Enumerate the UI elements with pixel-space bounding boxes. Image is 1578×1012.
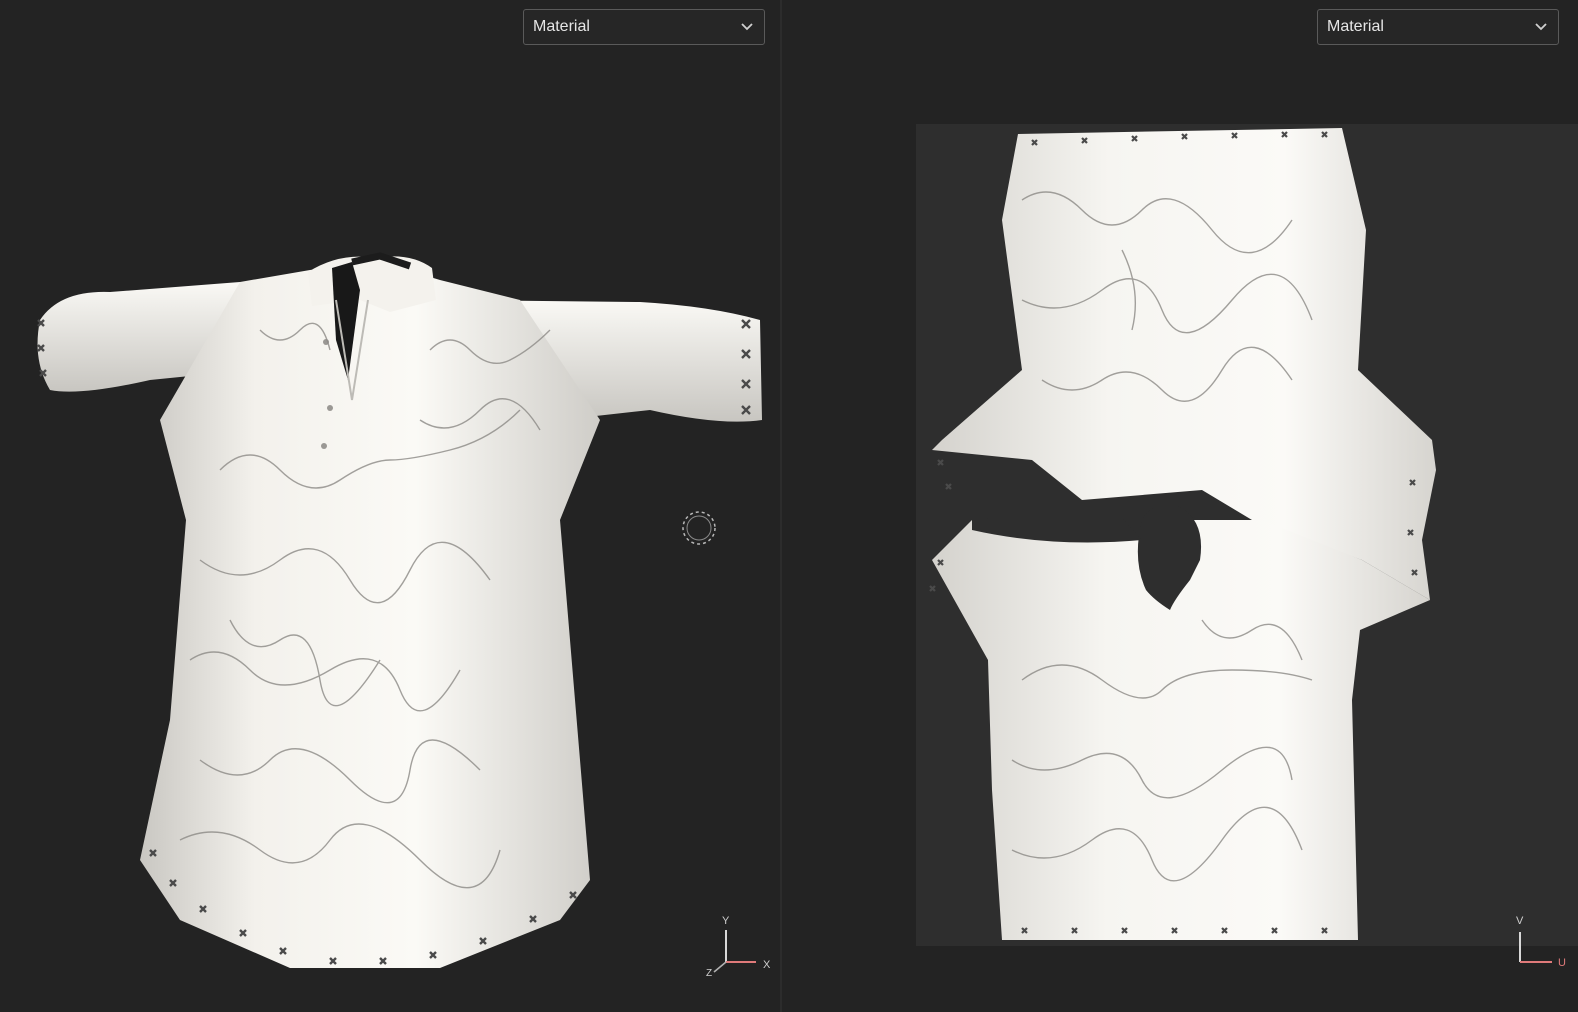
axis-y-label: Y: [722, 915, 730, 927]
viewport-3d[interactable]: Material Y X Z: [0, 0, 780, 1012]
uv-axis-gizmo-icon: V U: [1516, 915, 1566, 969]
axis-v-label: V: [1516, 915, 1524, 927]
shirt-3d-model[interactable]: [0, 0, 780, 1012]
uv-unwrap-mesh[interactable]: [782, 0, 1578, 1012]
uv-shading-mode-label: Material: [1327, 18, 1384, 35]
orbit-target-icon[interactable]: [681, 510, 717, 546]
viewport-uv[interactable]: Material V U: [782, 0, 1578, 1012]
axis-u-label: U: [1558, 957, 1566, 969]
chevron-down-icon: [1535, 23, 1547, 31]
axis-gizmo-icon: Y X Z: [706, 915, 771, 979]
shading-mode-dropdown[interactable]: Material: [523, 9, 765, 45]
axis-x-label: X: [763, 959, 771, 971]
shading-mode-label: Material: [533, 18, 590, 35]
chevron-down-icon: [741, 23, 753, 31]
uv-shading-mode-dropdown[interactable]: Material: [1317, 9, 1559, 45]
axis-z-label: Z: [706, 968, 712, 979]
